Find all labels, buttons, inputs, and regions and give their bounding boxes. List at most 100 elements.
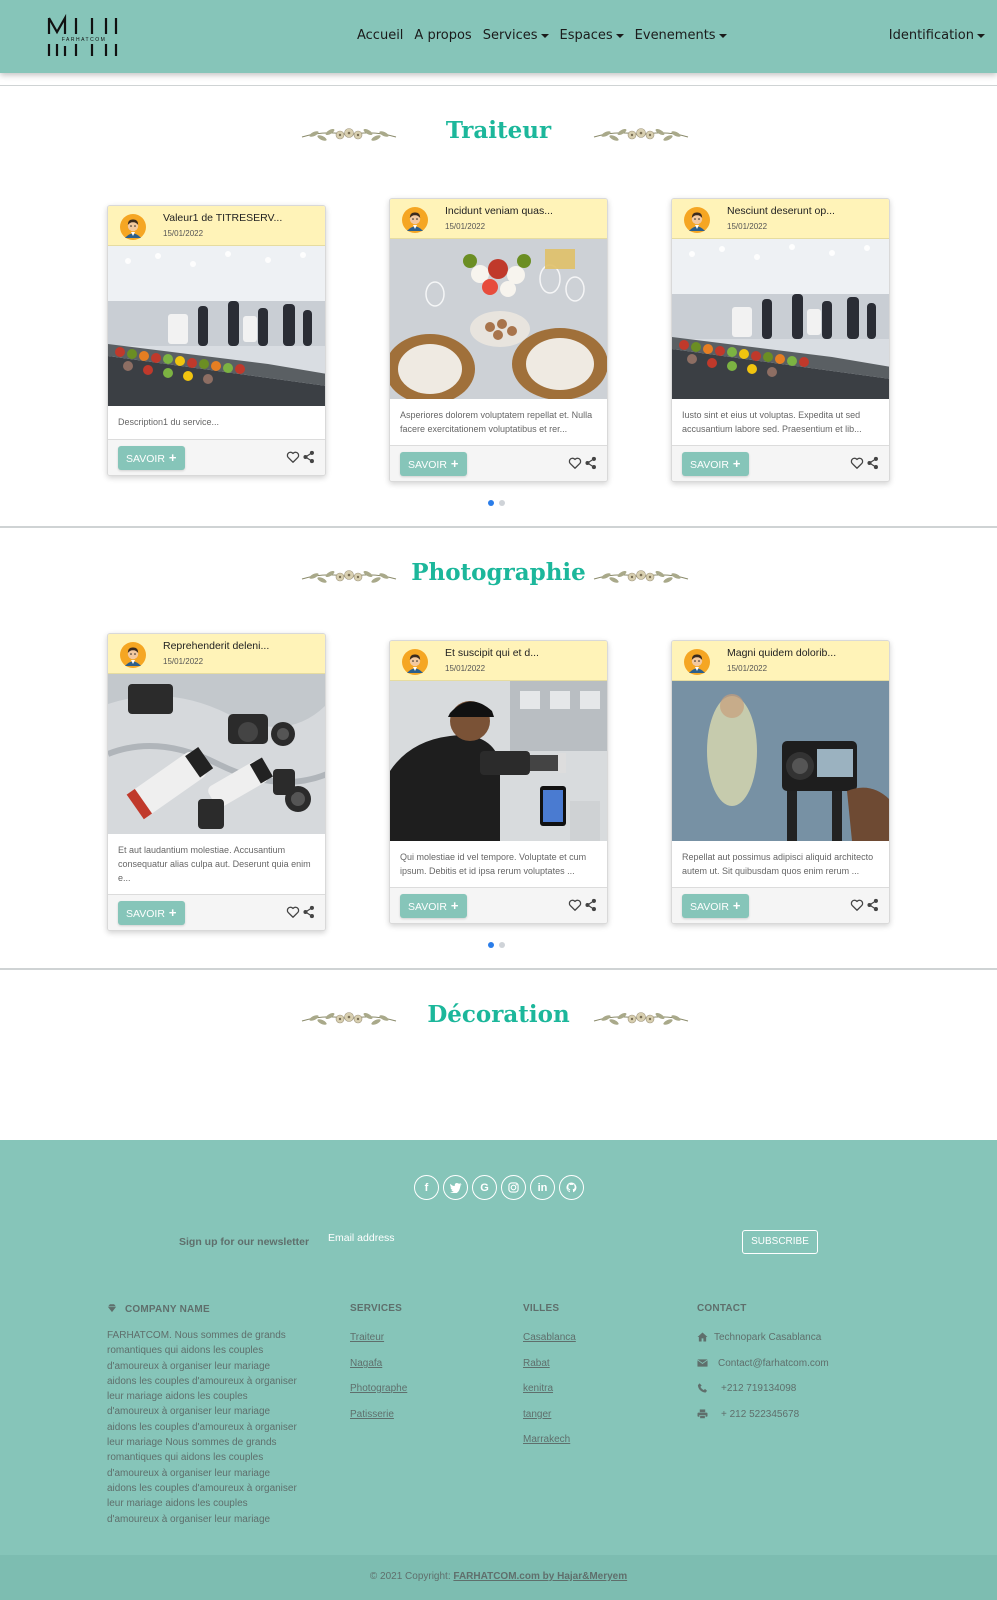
card-image[interactable]	[108, 674, 326, 834]
carousel-dot-2[interactable]	[499, 942, 505, 948]
share-icon[interactable]	[303, 450, 315, 464]
card-date: 15/01/2022	[445, 664, 486, 673]
savoir-button[interactable]: SAVOIR +	[682, 894, 749, 918]
envelope-icon	[697, 1359, 708, 1368]
logo-text: FARHATCOM	[62, 37, 107, 43]
contact-phone: +212 719134098	[697, 1383, 796, 1394]
social-links: f G in	[414, 1175, 584, 1200]
heart-icon[interactable]	[568, 456, 582, 470]
card-description: Et aut laudantium molestiae. Accusantium…	[118, 845, 311, 883]
brand-logo[interactable]: FARHATCOM	[46, 14, 122, 60]
plus-icon: +	[450, 456, 459, 471]
card-title: Incidunt veniam quas...	[445, 205, 553, 217]
footer-link-marrakech[interactable]: Marrakech	[523, 1434, 570, 1445]
savoir-button[interactable]: SAVOIR +	[400, 452, 467, 476]
nav-evenements[interactable]: Evenements	[635, 28, 727, 43]
card-image[interactable]	[672, 239, 890, 399]
heart-icon[interactable]	[850, 456, 864, 470]
card-title: Magni quidem dolorib...	[727, 647, 837, 659]
service-card: Incidunt veniam quas... 15/01/2022 Asper…	[389, 198, 608, 482]
nav-espaces[interactable]: Espaces	[560, 28, 624, 43]
nav-services[interactable]: Services	[483, 28, 549, 43]
card-date: 15/01/2022	[727, 664, 768, 673]
service-card: Et suscipit qui et d... 15/01/2022 Qui m…	[389, 640, 608, 924]
share-icon[interactable]	[585, 456, 597, 470]
heart-icon[interactable]	[568, 898, 582, 912]
ornament-right	[592, 566, 690, 588]
section-title-decoration: Décoration	[427, 1001, 570, 1028]
savoir-button[interactable]: SAVOIR +	[118, 446, 185, 470]
company-heading: COMPANY NAME	[107, 1303, 210, 1315]
facebook-icon[interactable]: f	[414, 1175, 439, 1200]
subscribe-button[interactable]: SUBSCRIBE	[742, 1230, 818, 1254]
card-footer: SAVOIR +	[390, 887, 607, 923]
carousel-dot-1[interactable]	[488, 942, 494, 948]
home-icon	[697, 1332, 708, 1342]
footer-link-nagafa[interactable]: Nagafa	[350, 1358, 382, 1369]
card-title: Reprehenderit deleni...	[163, 640, 270, 652]
footer-link-patisserie[interactable]: Patisserie	[350, 1409, 394, 1420]
carousel-dot-2[interactable]	[499, 500, 505, 506]
nav-identification[interactable]: Identification	[889, 28, 985, 43]
avatar	[402, 649, 428, 675]
card-header: Nesciunt deserunt op... 15/01/2022	[672, 199, 889, 239]
gem-icon	[107, 1304, 117, 1313]
footer-link-tanger[interactable]: tanger	[523, 1409, 551, 1420]
google-icon[interactable]: G	[472, 1175, 497, 1200]
card-footer: SAVOIR +	[672, 887, 889, 923]
copyright-bar: © 2021 Copyright: FARHATCOM.com by Hajar…	[0, 1555, 997, 1600]
nav-accueil[interactable]: Accueil	[357, 28, 403, 43]
card-footer: SAVOIR +	[390, 445, 607, 481]
contact-heading: CONTACT	[697, 1303, 747, 1314]
footer-link-photographe[interactable]: Photographe	[350, 1383, 407, 1394]
savoir-button[interactable]: SAVOIR +	[400, 894, 467, 918]
card-footer: SAVOIR +	[108, 439, 325, 475]
instagram-icon[interactable]	[501, 1175, 526, 1200]
card-image[interactable]	[390, 681, 608, 841]
savoir-button[interactable]: SAVOIR +	[118, 901, 185, 925]
heart-icon[interactable]	[286, 450, 300, 464]
footer-link-rabat[interactable]: Rabat	[523, 1358, 550, 1369]
card-footer: SAVOIR +	[672, 445, 889, 481]
github-icon[interactable]	[559, 1175, 584, 1200]
nav-apropos[interactable]: A propos	[414, 28, 471, 43]
card-footer: SAVOIR +	[108, 894, 325, 930]
card-description: Repellat aut possimus adipisci aliquid a…	[682, 852, 874, 876]
savoir-button[interactable]: SAVOIR +	[682, 452, 749, 476]
service-card: Magni quidem dolorib... 15/01/2022 Repel…	[671, 640, 890, 924]
footer-link-casablanca[interactable]: Casablanca	[523, 1332, 576, 1343]
ornament-right	[592, 1008, 690, 1030]
share-icon[interactable]	[867, 898, 879, 912]
card-date: 15/01/2022	[727, 222, 768, 231]
card-description: Qui molestiae id vel tempore. Voluptate …	[400, 852, 587, 876]
card-description: Iusto sint et eius ut voluptas. Expedita…	[682, 410, 862, 434]
carousel-dot-1[interactable]	[488, 500, 494, 506]
share-icon[interactable]	[585, 898, 597, 912]
section-title-traiteur: Traiteur	[445, 117, 552, 144]
caret-down-icon	[615, 33, 624, 38]
twitter-icon[interactable]	[443, 1175, 468, 1200]
card-image[interactable]	[390, 239, 608, 399]
copyright-link[interactable]: FARHATCOM.com by Hajar&Meryem	[453, 1571, 627, 1582]
carousel-indicators	[488, 942, 505, 948]
service-card: Reprehenderit deleni... 15/01/2022 Et au…	[107, 633, 326, 931]
share-icon[interactable]	[303, 905, 315, 919]
plus-icon: +	[450, 898, 459, 913]
card-image[interactable]	[672, 681, 890, 841]
email-input[interactable]	[322, 1227, 722, 1249]
avatar	[684, 649, 710, 675]
avatar	[120, 642, 146, 668]
heart-icon[interactable]	[850, 898, 864, 912]
ornament-right	[592, 124, 690, 146]
contact-fax: + 212 522345678	[697, 1409, 799, 1420]
plus-icon: +	[168, 450, 177, 465]
linkedin-icon[interactable]: in	[530, 1175, 555, 1200]
share-icon[interactable]	[867, 456, 879, 470]
card-date: 15/01/2022	[445, 222, 486, 231]
company-description: FARHATCOM. Nous sommes de grands romanti…	[107, 1330, 297, 1525]
card-image[interactable]	[108, 246, 326, 406]
navbar: FARHATCOM Accueil A propos Services Espa…	[0, 0, 997, 73]
footer-link-traiteur[interactable]: Traiteur	[350, 1332, 384, 1343]
heart-icon[interactable]	[286, 905, 300, 919]
footer-link-kenitra[interactable]: kenitra	[523, 1383, 553, 1394]
